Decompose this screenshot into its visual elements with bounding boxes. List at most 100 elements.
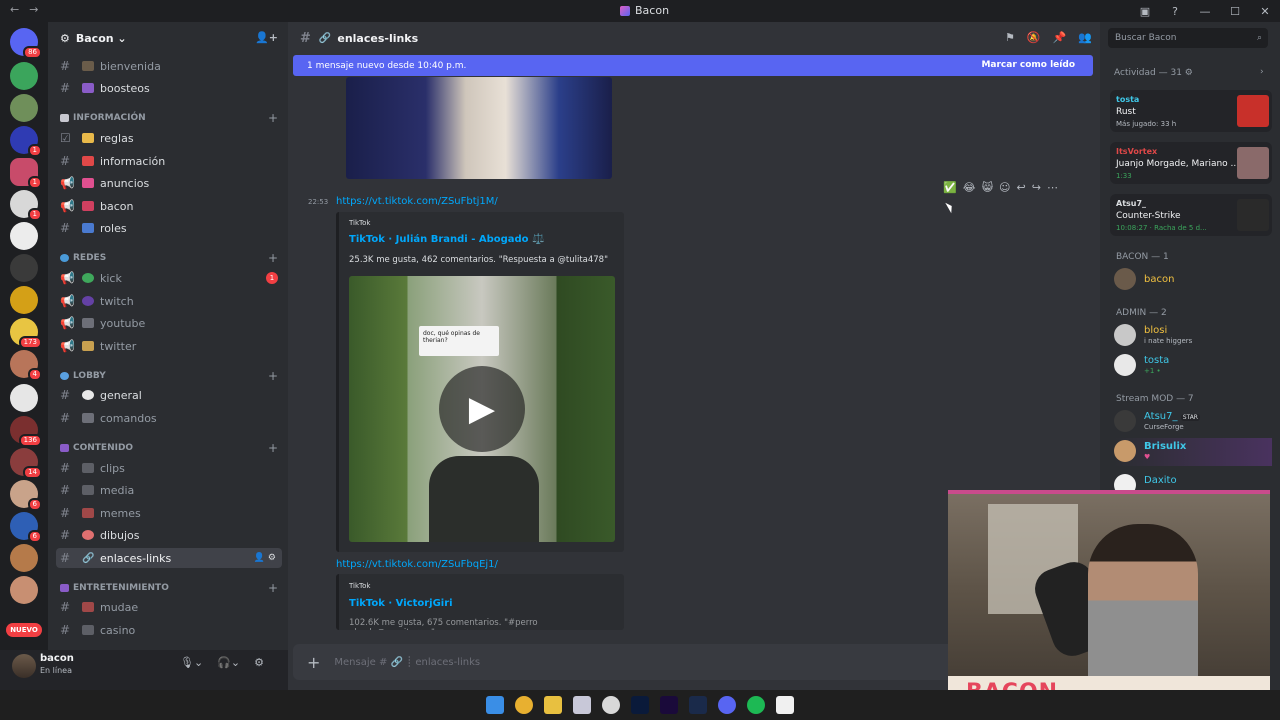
laugh-reaction-icon[interactable]: 😂: [963, 181, 976, 194]
server-icon[interactable]: [10, 94, 38, 122]
embed-title[interactable]: TikTok · Julián Brandi - Abogado ⚖️: [349, 234, 544, 245]
reply-icon[interactable]: ↩: [1017, 181, 1026, 194]
help-icon[interactable]: ?: [1160, 5, 1190, 18]
server-icon[interactable]: 136: [10, 416, 42, 447]
channel-mudae[interactable]: # mudae: [56, 597, 282, 617]
more-icon[interactable]: ⋯: [1047, 181, 1058, 194]
channel-informacion[interactable]: # información: [56, 151, 282, 171]
server-icon[interactable]: [10, 384, 38, 412]
avatar[interactable]: [12, 654, 36, 678]
steam-icon[interactable]: [689, 696, 707, 714]
member-list-icon[interactable]: 👥: [1078, 31, 1092, 44]
check-reaction-icon[interactable]: ✅: [943, 181, 957, 194]
member-item[interactable]: blosi i nate higgers: [1114, 322, 1272, 350]
server-icon[interactable]: 14: [10, 448, 42, 479]
server-icon[interactable]: 1: [10, 190, 42, 221]
member-item[interactable]: Brisulix ♥: [1114, 438, 1272, 466]
channel-comandos[interactable]: # comandos: [56, 408, 282, 428]
add-channel-icon[interactable]: +: [268, 581, 278, 595]
play-icon[interactable]: ▶: [439, 366, 525, 452]
channel-boosteos[interactable]: # boosteos: [56, 78, 282, 98]
member-item[interactable]: bacon: [1114, 266, 1272, 294]
mute-bell-icon[interactable]: 🔕: [1027, 31, 1041, 44]
notion-icon[interactable]: [776, 696, 794, 714]
home-server-icon[interactable]: 86: [10, 28, 42, 59]
embed-title[interactable]: TikTok · VictorjGiri: [349, 598, 453, 609]
channel-general[interactable]: # general: [56, 385, 282, 405]
server-icon[interactable]: 173: [10, 318, 42, 349]
chevron-right-icon[interactable]: ›: [1260, 67, 1264, 77]
channel-media[interactable]: # media: [56, 480, 282, 500]
channel-memes[interactable]: # memes: [56, 503, 282, 523]
premiere-icon[interactable]: [660, 696, 678, 714]
activity-card[interactable]: ItsVortex Juanjo Morgade, Mariano ... 1:…: [1110, 142, 1272, 184]
attach-plus-icon[interactable]: +: [307, 653, 320, 672]
new-servers-pill[interactable]: NUEVO: [6, 623, 42, 637]
settings-gear-icon[interactable]: ⚙: [254, 656, 264, 669]
add-channel-icon[interactable]: +: [268, 111, 278, 125]
server-icon[interactable]: 4: [10, 350, 42, 381]
category-informacion[interactable]: INFORMACIÓN +: [60, 110, 282, 126]
new-messages-bar[interactable]: 1 mensaje nuevo desde 10:40 p.m. Marcar …: [293, 55, 1093, 76]
add-member-icon[interactable]: 👤+: [255, 31, 278, 44]
channel-bienvenida[interactable]: # bienvenida: [56, 56, 282, 76]
activity-card[interactable]: tosta Rust Más jugado: 33 h: [1110, 90, 1272, 132]
category-contenido[interactable]: CONTENIDO +: [60, 440, 282, 456]
server-icon[interactable]: [10, 62, 38, 90]
channel-bacon[interactable]: 📢 bacon: [56, 196, 282, 216]
search-input[interactable]: Buscar Bacon ⌕: [1108, 28, 1268, 48]
microphone-icon[interactable]: 🎙⌄: [180, 656, 203, 669]
back-icon[interactable]: ←: [10, 3, 19, 16]
channel-dibujos[interactable]: # dibujos: [56, 525, 282, 545]
server-icon[interactable]: 6: [10, 512, 42, 543]
close-icon[interactable]: ✕: [1250, 5, 1280, 18]
headphones-icon[interactable]: 🎧⌄: [217, 656, 240, 669]
channel-reglas[interactable]: ☑ reglas: [56, 128, 282, 148]
server-header[interactable]: ⚙ Bacon ⌄ 👤+: [48, 22, 288, 54]
windows-start-icon[interactable]: [486, 696, 504, 714]
forward-icon[interactable]: →: [29, 3, 38, 16]
server-icon[interactable]: 6: [10, 480, 42, 511]
maximize-icon[interactable]: ☐: [1220, 5, 1250, 18]
activity-card[interactable]: Atsu7_ Counter-Strike 10:08:27 · Racha d…: [1110, 194, 1272, 236]
video-thumbnail[interactable]: [346, 77, 612, 179]
add-reaction-icon[interactable]: ☺: [999, 181, 1010, 194]
chrome-icon[interactable]: [515, 696, 533, 714]
server-icon[interactable]: 1: [10, 126, 42, 157]
discord-icon[interactable]: [718, 696, 736, 714]
server-icon-bacon[interactable]: 1: [10, 158, 42, 189]
channel-anuncios[interactable]: 📢 anuncios: [56, 173, 282, 193]
channel-enlaces-links[interactable]: # 🔗 enlaces-links 👤 ⚙: [56, 548, 282, 568]
add-channel-icon[interactable]: +: [268, 251, 278, 265]
add-channel-icon[interactable]: +: [268, 441, 278, 455]
snipping-tool-icon[interactable]: [573, 696, 591, 714]
channel-twitter[interactable]: 📢 twitter: [56, 336, 282, 356]
category-entretenimiento[interactable]: ENTRETENIMIENTO +: [60, 580, 282, 596]
channel-kick[interactable]: 📢 kick 1: [56, 268, 282, 288]
threads-icon[interactable]: ⚑: [1005, 31, 1015, 44]
activity-header[interactable]: Actividad — 31 ⚙ ›: [1114, 67, 1264, 78]
category-redes[interactable]: REDES +: [60, 250, 282, 266]
invite-icon[interactable]: 👤: [254, 553, 265, 563]
file-explorer-icon[interactable]: [544, 696, 562, 714]
server-icon[interactable]: [10, 222, 38, 250]
member-item[interactable]: tosta +1 •: [1114, 352, 1272, 380]
channel-clips[interactable]: # clips: [56, 458, 282, 478]
member-item[interactable]: Atsu7_ STAR CurseForge: [1114, 408, 1272, 436]
channel-youtube[interactable]: 📢 youtube: [56, 313, 282, 333]
message-link[interactable]: https://vt.tiktok.com/ZSuFbqEj1/: [336, 559, 498, 570]
add-channel-icon[interactable]: +: [268, 369, 278, 383]
server-icon[interactable]: [10, 254, 38, 282]
server-icon[interactable]: [10, 576, 38, 604]
photoshop-icon[interactable]: [631, 696, 649, 714]
message-link[interactable]: https://vt.tiktok.com/ZSuFbtj1M/: [336, 196, 498, 207]
category-lobby[interactable]: LOBBY +: [60, 368, 282, 384]
cat-reaction-icon[interactable]: 😸: [982, 181, 993, 194]
channel-settings-icon[interactable]: ⚙: [268, 553, 276, 563]
spotify-icon[interactable]: [747, 696, 765, 714]
channel-roles[interactable]: # roles: [56, 218, 282, 238]
inbox-icon[interactable]: ▣: [1130, 5, 1160, 18]
channel-casino[interactable]: # casino: [56, 620, 282, 640]
channel-twitch[interactable]: 📢 twitch: [56, 291, 282, 311]
minimize-icon[interactable]: —: [1190, 5, 1220, 18]
